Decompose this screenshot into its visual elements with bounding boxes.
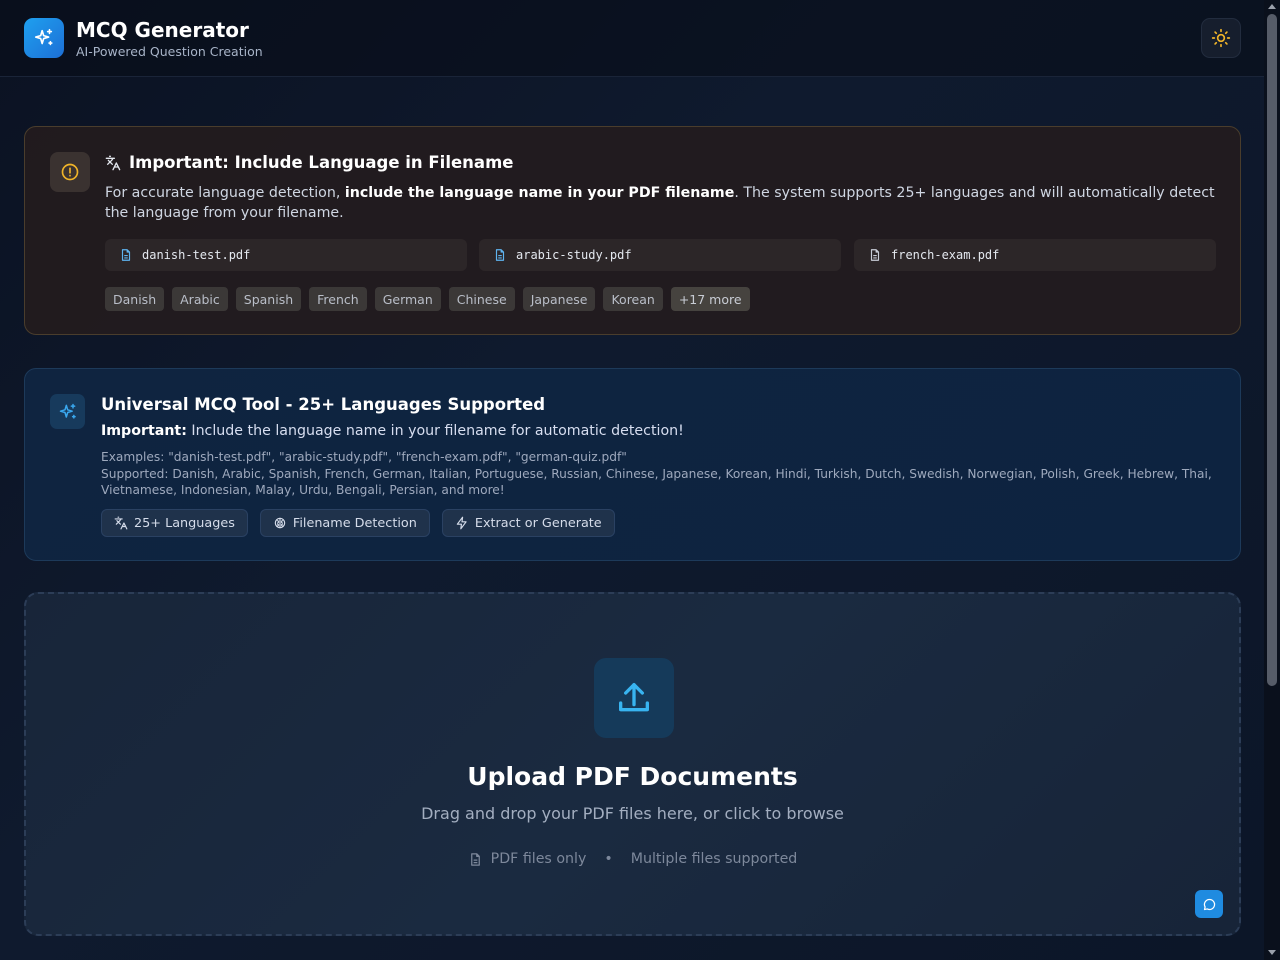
languages-badge: 25+ Languages xyxy=(101,509,248,537)
universal-tool-info-card: Universal MCQ Tool - 25+ Languages Suppo… xyxy=(24,368,1241,561)
example-file-chip: french-exam.pdf xyxy=(854,239,1216,271)
warning-title: Important: Include Language in Filename xyxy=(129,153,514,172)
warning-description: For accurate language detection, include… xyxy=(105,185,1215,221)
example-filename: french-exam.pdf xyxy=(891,248,1000,262)
translate-icon xyxy=(114,516,128,530)
file-icon xyxy=(870,249,880,261)
filename-detection-badge: Filename Detection xyxy=(259,509,430,537)
example-file-chip: danish-test.pdf xyxy=(105,239,467,271)
alert-circle-icon xyxy=(50,152,90,192)
sun-icon xyxy=(1211,28,1231,48)
language-tag: Korean xyxy=(603,287,663,311)
language-tags: Danish Arabic Spanish French German Chin… xyxy=(105,287,750,311)
info-examples: Examples: "danish-test.pdf", "arabic-stu… xyxy=(101,450,627,464)
upload-subtitle: Drag and drop your PDF files here, or cl… xyxy=(421,804,844,823)
file-icon xyxy=(121,249,131,261)
file-icon xyxy=(495,249,505,261)
upload-meta: PDF files only • Multiple files supporte… xyxy=(26,851,1239,867)
app-subtitle: AI-Powered Question Creation xyxy=(76,44,263,59)
more-languages-tag: +17 more xyxy=(670,287,750,311)
brain-icon xyxy=(274,517,286,529)
example-file-chip: arabic-study.pdf xyxy=(479,239,841,271)
file-icon xyxy=(470,852,480,866)
sparkles-logo-icon xyxy=(24,18,64,58)
app-title: MCQ Generator xyxy=(76,18,249,42)
upload-title: Upload PDF Documents xyxy=(467,762,798,791)
feature-badges: 25+ Languages Filename Detection Extract… xyxy=(101,509,615,537)
scroll-up-arrow[interactable] xyxy=(1268,4,1276,9)
language-tag: Japanese xyxy=(522,287,596,311)
app-header: MCQ Generator AI-Powered Question Creati… xyxy=(0,0,1264,77)
example-filename: danish-test.pdf xyxy=(142,248,251,262)
zap-icon xyxy=(456,516,467,530)
info-supported-languages: Supported: Danish, Arabic, Spanish, Fren… xyxy=(101,467,1212,497)
scroll-down-arrow[interactable] xyxy=(1268,950,1276,955)
pdf-upload-dropzone[interactable]: Upload PDF Documents Drag and drop your … xyxy=(24,592,1241,936)
scrollbar-thumb[interactable] xyxy=(1267,14,1277,686)
language-warning-card: Important: Include Language in Filename … xyxy=(24,126,1241,335)
language-tag: Spanish xyxy=(235,287,302,311)
language-tag: Danish xyxy=(105,287,165,311)
example-filename: arabic-study.pdf xyxy=(516,248,632,262)
language-tag: French xyxy=(309,287,367,311)
theme-toggle-button[interactable] xyxy=(1201,18,1241,58)
extract-generate-badge: Extract or Generate xyxy=(441,509,615,537)
chat-bubble-icon xyxy=(1203,898,1215,910)
meta-separator: • xyxy=(604,851,613,867)
translate-icon xyxy=(105,155,121,170)
upload-file-type-note: PDF files only xyxy=(490,851,587,867)
page-scrollbar[interactable] xyxy=(1264,0,1280,960)
chat-button[interactable] xyxy=(1195,890,1223,918)
info-title: Universal MCQ Tool - 25+ Languages Suppo… xyxy=(101,395,546,414)
upload-icon xyxy=(594,658,674,738)
info-important-note: Important: Include the language name in … xyxy=(101,423,684,439)
upload-multiple-note: Multiple files supported xyxy=(630,851,798,867)
language-tag: Chinese xyxy=(448,287,515,311)
language-tag: Arabic xyxy=(172,287,228,311)
sparkles-icon xyxy=(50,394,85,429)
language-tag: German xyxy=(374,287,441,311)
